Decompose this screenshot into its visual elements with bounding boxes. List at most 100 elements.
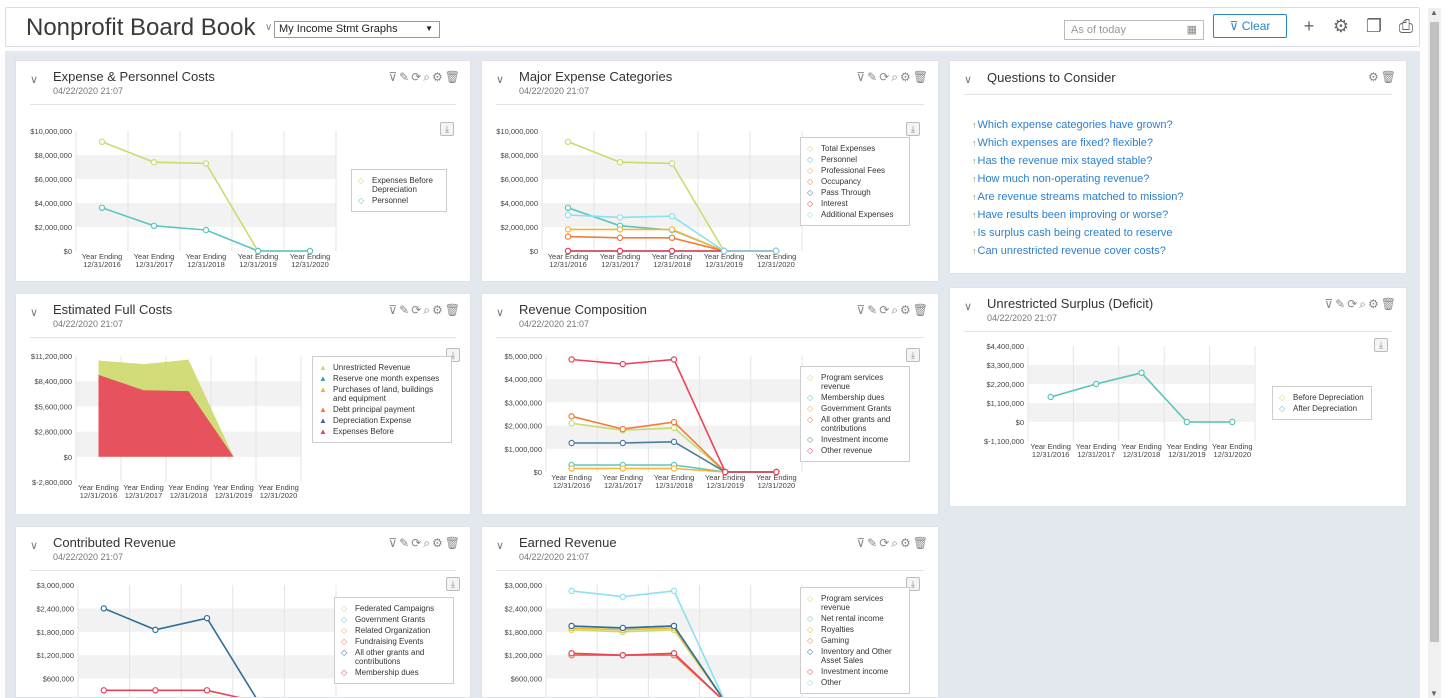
legend-item[interactable]: ▲ Reserve one month expenses bbox=[319, 374, 445, 383]
data-point[interactable] bbox=[254, 247, 262, 255]
question-link[interactable]: ↑Has the revenue mix stayed stable? bbox=[972, 155, 1184, 173]
data-point[interactable] bbox=[773, 468, 780, 476]
legend-item[interactable]: ◇ Government Grants bbox=[341, 615, 447, 624]
data-point[interactable] bbox=[668, 234, 676, 241]
data-point[interactable] bbox=[568, 413, 575, 420]
legend-item[interactable]: ◇ Program services revenue bbox=[807, 594, 903, 612]
data-point[interactable] bbox=[564, 233, 572, 240]
clear-filter-button[interactable]: ⊽ Clear bbox=[1213, 14, 1287, 38]
legend-item[interactable]: ◇ All other grants and contributions bbox=[341, 648, 447, 666]
question-link[interactable]: ↑Can unrestricted revenue cover costs? bbox=[972, 245, 1184, 263]
data-point[interactable] bbox=[616, 247, 624, 255]
data-point[interactable] bbox=[150, 222, 158, 229]
data-point[interactable] bbox=[202, 226, 210, 234]
legend-item[interactable]: ◇ Total Expenses bbox=[807, 144, 903, 153]
data-point[interactable] bbox=[670, 587, 678, 595]
legend-item[interactable]: ◇ Inventory and Other Asset Sales bbox=[807, 647, 903, 665]
data-point[interactable] bbox=[616, 214, 624, 221]
legend-item[interactable]: ◇ Program services revenue bbox=[807, 373, 903, 391]
data-point[interactable] bbox=[619, 465, 626, 472]
data-point[interactable] bbox=[616, 226, 624, 233]
question-link[interactable]: ↑Is surplus cash being created to reserv… bbox=[972, 227, 1184, 245]
data-point[interactable] bbox=[568, 650, 575, 657]
data-point[interactable] bbox=[1138, 369, 1145, 376]
legend-item[interactable]: ▲ Expenses Before bbox=[319, 427, 445, 436]
data-point[interactable] bbox=[772, 247, 780, 255]
data-point[interactable] bbox=[670, 622, 678, 630]
question-link[interactable]: ↑Have results been improving or worse? bbox=[972, 209, 1184, 227]
legend-item[interactable]: ◇ Membership dues bbox=[341, 668, 447, 677]
legend-item[interactable]: ◇ Other bbox=[807, 678, 903, 687]
delete-icon[interactable]: 🗑 bbox=[1381, 70, 1398, 84]
settings-icon[interactable]: ⚙ bbox=[1368, 70, 1381, 84]
legend-item[interactable]: ◇ Personnel bbox=[807, 155, 903, 164]
legend-item[interactable]: ◇ After Depreciation bbox=[1279, 404, 1365, 413]
data-point[interactable] bbox=[568, 420, 575, 427]
question-link[interactable]: ↑Are revenue streams matched to mission? bbox=[972, 191, 1184, 209]
data-point[interactable] bbox=[670, 438, 678, 446]
legend-item[interactable]: ◇ Before Depreciation bbox=[1279, 393, 1365, 402]
data-point[interactable] bbox=[568, 356, 575, 363]
data-point[interactable] bbox=[619, 425, 626, 433]
data-point[interactable] bbox=[568, 465, 575, 472]
scrollbar-thumb[interactable] bbox=[1430, 22, 1439, 642]
data-point[interactable] bbox=[616, 158, 624, 166]
data-point[interactable] bbox=[670, 356, 678, 363]
data-point[interactable] bbox=[152, 687, 159, 694]
data-point[interactable] bbox=[619, 439, 626, 447]
legend-item[interactable]: ◇ Royalties bbox=[807, 625, 903, 634]
data-point[interactable] bbox=[668, 212, 676, 220]
legend-item[interactable]: ◇ Net rental income bbox=[807, 614, 903, 623]
data-point[interactable] bbox=[1092, 380, 1100, 388]
legend-item[interactable]: ◇ Occupancy bbox=[807, 177, 903, 186]
data-point[interactable] bbox=[670, 465, 678, 472]
data-point[interactable] bbox=[668, 247, 676, 255]
data-point[interactable] bbox=[152, 626, 159, 634]
data-point[interactable] bbox=[100, 687, 108, 694]
question-link[interactable]: ↑How much non-operating revenue? bbox=[972, 173, 1184, 191]
data-point[interactable] bbox=[619, 624, 626, 632]
data-point[interactable] bbox=[564, 138, 572, 146]
data-point[interactable] bbox=[98, 204, 106, 211]
legend-item[interactable]: ◇ Professional Fees bbox=[807, 166, 903, 175]
data-point[interactable] bbox=[720, 247, 728, 255]
vertical-scrollbar[interactable]: ▲ ▼ bbox=[1428, 8, 1441, 698]
legend-item[interactable]: ◇ Fundraising Events bbox=[341, 637, 447, 646]
data-point[interactable] bbox=[564, 211, 572, 219]
data-point[interactable] bbox=[1047, 393, 1054, 401]
legend-item[interactable]: ◇ Other revenue bbox=[807, 446, 903, 455]
legend-item[interactable]: ◇ Additional Expenses bbox=[807, 210, 903, 219]
data-point[interactable] bbox=[619, 593, 626, 600]
data-point[interactable] bbox=[306, 247, 314, 255]
data-point[interactable] bbox=[1229, 418, 1236, 426]
scroll-up-icon[interactable]: ▲ bbox=[1430, 8, 1438, 17]
data-point[interactable] bbox=[1183, 418, 1191, 426]
data-point[interactable] bbox=[721, 468, 729, 476]
data-point[interactable] bbox=[670, 418, 678, 426]
legend-item[interactable]: ◇ Federated Campaigns bbox=[341, 604, 447, 613]
data-point[interactable] bbox=[670, 650, 678, 657]
legend-item[interactable]: ◇ Gaming bbox=[807, 636, 903, 645]
data-point[interactable] bbox=[619, 651, 626, 659]
question-link[interactable]: ↑Which expenses are fixed? flexible? bbox=[972, 137, 1184, 155]
legend-item[interactable]: ▲ Unrestricted Revenue bbox=[319, 363, 445, 372]
legend-item[interactable]: ◇ Government Grants bbox=[807, 404, 903, 413]
data-point[interactable] bbox=[150, 158, 158, 166]
data-point[interactable] bbox=[619, 360, 626, 368]
data-point[interactable] bbox=[616, 234, 624, 241]
title-dropdown-icon[interactable]: ∨ bbox=[265, 22, 272, 33]
data-point[interactable] bbox=[203, 614, 211, 622]
data-point[interactable] bbox=[98, 138, 106, 146]
as-of-date-input[interactable]: As of today ▦ bbox=[1064, 20, 1204, 40]
data-point[interactable] bbox=[564, 247, 572, 255]
calendar-icon[interactable]: ▦ bbox=[1187, 23, 1197, 36]
data-point[interactable] bbox=[564, 226, 572, 233]
data-point[interactable] bbox=[568, 622, 575, 630]
legend-item[interactable]: ▲ Debt principal payment bbox=[319, 405, 445, 414]
data-point[interactable] bbox=[668, 160, 676, 167]
legend-item[interactable]: ▲ Purchases of land, buildings and equipm… bbox=[319, 385, 445, 403]
data-point[interactable] bbox=[100, 605, 108, 612]
add-icon[interactable]: + bbox=[1298, 14, 1320, 38]
legend-item[interactable]: ◇ Investment income bbox=[807, 435, 903, 444]
data-point[interactable] bbox=[203, 687, 211, 694]
